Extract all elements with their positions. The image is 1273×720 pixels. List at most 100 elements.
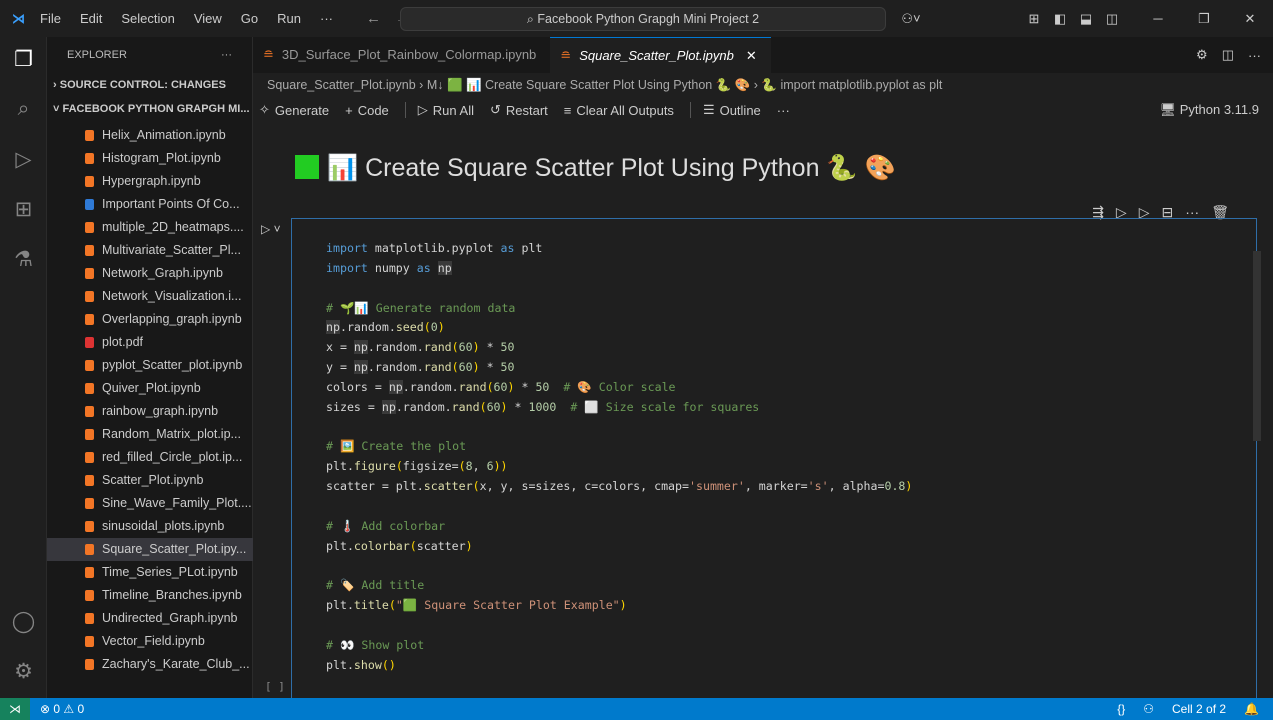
notebook-file-icon: [85, 613, 94, 624]
file-item[interactable]: sinusoidal_plots.ipynb: [47, 515, 253, 538]
code-token: np: [388, 379, 403, 394]
notebook-editor: 📊 Create Square Scatter Plot Using Pytho…: [253, 124, 1263, 698]
file-item[interactable]: Histogram_Plot.ipynb: [47, 147, 253, 170]
restart-button[interactable]: ↺ Restart: [490, 102, 548, 118]
status-bar: ⋊ ⊗ 0 ⚠ 0 {} ⚇ Cell 2 of 2 🔔: [0, 698, 1273, 720]
plus-icon: +: [345, 102, 353, 118]
file-item[interactable]: Multivariate_Scatter_Pl...: [47, 239, 253, 262]
file-item[interactable]: Quiver_Plot.ipynb: [47, 377, 253, 400]
notebook-file-icon: [85, 567, 94, 578]
file-item[interactable]: Time_Series_PLot.ipynb: [47, 561, 253, 584]
split-editor-icon[interactable]: ◫: [1222, 47, 1234, 63]
notifications-bell-icon[interactable]: 🔔: [1244, 702, 1259, 716]
code-cell[interactable]: import matplotlib.pyplot as plt import nu…: [291, 218, 1257, 698]
braces-icon[interactable]: {}: [1117, 702, 1125, 716]
file-item[interactable]: Undirected_Graph.ipynb: [47, 607, 253, 630]
run-debug-icon[interactable]: ▷: [10, 147, 37, 174]
file-item[interactable]: Scatter_Plot.ipynb: [47, 469, 253, 492]
tab-3d-surface[interactable]: ≘ 3D_Surface_Plot_Rainbow_Colormap.ipynb: [253, 37, 550, 73]
scrollbar[interactable]: [1253, 251, 1261, 441]
notebook-file-icon: [85, 498, 94, 509]
remote-icon[interactable]: ⋊: [0, 698, 30, 720]
file-name: Overlapping_graph.ipynb: [102, 312, 242, 326]
code-token: rand: [458, 379, 487, 394]
file-item[interactable]: Network_Graph.ipynb: [47, 262, 253, 285]
command-center-search[interactable]: ⌕ Facebook Python Grapgh Mini Project 2: [400, 7, 886, 31]
outline-button[interactable]: ☰ Outline: [703, 102, 761, 118]
code-token: .random.: [367, 340, 424, 355]
file-item[interactable]: Hypergraph.ipynb: [47, 170, 253, 193]
menu-item[interactable]: Edit: [80, 11, 102, 26]
run-all-button[interactable]: ▷ Run All: [418, 102, 474, 118]
list-icon: ☰: [702, 102, 715, 117]
restore-icon[interactable]: ❐: [1181, 11, 1227, 27]
notebook-file-icon: [85, 475, 94, 486]
settings-gear-icon[interactable]: ⚙: [10, 659, 37, 686]
menu-item[interactable]: ···: [320, 11, 333, 26]
menu-item[interactable]: Selection: [121, 11, 174, 26]
code-line: plt.figure(figsize=(8, 6)): [326, 457, 912, 477]
close-tab-icon[interactable]: ✕: [746, 38, 757, 74]
notebook-file-icon: [85, 245, 94, 256]
kernel-picker[interactable]: 🖥 Python 3.11.9: [1160, 97, 1259, 123]
file-name: Helix_Animation.ipynb: [102, 128, 226, 142]
generate-button[interactable]: ✧ Generate: [259, 102, 329, 118]
file-item[interactable]: Important Points Of Co...: [47, 193, 253, 216]
back-icon[interactable]: ←: [366, 10, 381, 27]
source-control-section[interactable]: › SOURCE CONTROL: CHANGES: [47, 73, 252, 97]
copilot-icon[interactable]: ⚇˅: [891, 11, 931, 27]
toggle-panel-icon[interactable]: ⬓: [1073, 11, 1099, 27]
file-item[interactable]: red_filled_Circle_plot.ip...: [47, 446, 253, 469]
cell-indicator[interactable]: Cell 2 of 2: [1172, 702, 1226, 716]
file-item[interactable]: rainbow_graph.ipynb: [47, 400, 253, 423]
section-label: SOURCE CONTROL: CHANGES: [59, 79, 226, 91]
gear-icon[interactable]: ⚙: [1196, 47, 1208, 63]
code-line: x = np.random.rand(60) * 50: [326, 338, 912, 358]
file-item[interactable]: Sine_Wave_Family_Plot....: [47, 492, 253, 515]
testing-icon[interactable]: ⚗: [10, 247, 37, 274]
clear-outputs-button[interactable]: ≡ Clear All Outputs: [564, 103, 674, 118]
file-item[interactable]: Square_Scatter_Plot.ipy...: [47, 538, 253, 561]
code-token: ): [500, 399, 508, 414]
file-item[interactable]: Zachary's_Karate_Club_...: [47, 653, 253, 676]
search-icon[interactable]: ⌕: [10, 97, 37, 124]
explorer-icon[interactable]: ❐: [10, 47, 37, 74]
more-icon[interactable]: ···: [1248, 48, 1261, 63]
add-code-button[interactable]: + Code: [345, 103, 389, 118]
more-toolbar-button[interactable]: ···: [777, 103, 790, 118]
tab-square-scatter[interactable]: ≘ Square_Scatter_Plot.ipynb ✕: [550, 37, 771, 74]
menu-item[interactable]: File: [40, 11, 61, 26]
code-token: (: [472, 479, 480, 494]
code-token: rand: [451, 399, 480, 414]
breadcrumb[interactable]: Square_Scatter_Plot.ipynb › M↓ 🟩 📊 Creat…: [253, 73, 1273, 97]
file-item[interactable]: Helix_Animation.ipynb: [47, 124, 253, 147]
file-item[interactable]: pyplot_Scatter_plot.ipynb: [47, 354, 253, 377]
toggle-secondary-sidebar-icon[interactable]: ◫: [1099, 11, 1125, 27]
toggle-sidebar-icon[interactable]: ◧: [1047, 11, 1073, 27]
file-item[interactable]: plot.pdf: [47, 331, 253, 354]
minimize-icon[interactable]: ─: [1135, 11, 1181, 27]
copilot-status-icon[interactable]: ⚇: [1143, 702, 1154, 716]
customize-layout-icon[interactable]: ⊞: [1021, 11, 1047, 27]
account-icon[interactable]: ◯: [10, 609, 37, 636]
menu-item[interactable]: Go: [241, 11, 258, 26]
menu-item[interactable]: View: [194, 11, 222, 26]
more-actions-icon[interactable]: ···: [221, 49, 232, 61]
file-item[interactable]: Overlapping_graph.ipynb: [47, 308, 253, 331]
file-item[interactable]: multiple_2D_heatmaps....: [47, 216, 253, 239]
file-item[interactable]: Timeline_Branches.ipynb: [47, 584, 253, 607]
file-item[interactable]: Vector_Field.ipynb: [47, 630, 253, 653]
file-item[interactable]: Network_Visualization.i...: [47, 285, 253, 308]
section-label: FACEBOOK PYTHON GRAPGH MI...: [62, 103, 250, 115]
code-editor[interactable]: import matplotlib.pyplot as plt import nu…: [326, 239, 912, 676]
close-window-icon[interactable]: ✕: [1227, 11, 1273, 27]
markdown-cell-title[interactable]: 📊 Create Square Scatter Plot Using Pytho…: [295, 154, 896, 183]
code-token: (: [423, 320, 431, 335]
run-cell-button[interactable]: ▷ ˅: [261, 222, 281, 236]
file-item[interactable]: Random_Matrix_plot.ip...: [47, 423, 253, 446]
menu-item[interactable]: Run: [277, 11, 301, 26]
problems-indicator[interactable]: ⊗ 0 ⚠ 0: [40, 702, 84, 716]
extensions-icon[interactable]: ⊞: [10, 197, 37, 224]
folder-section[interactable]: ˅ FACEBOOK PYTHON GRAPGH MI...: [47, 97, 252, 121]
notebook-file-icon: [85, 521, 94, 532]
